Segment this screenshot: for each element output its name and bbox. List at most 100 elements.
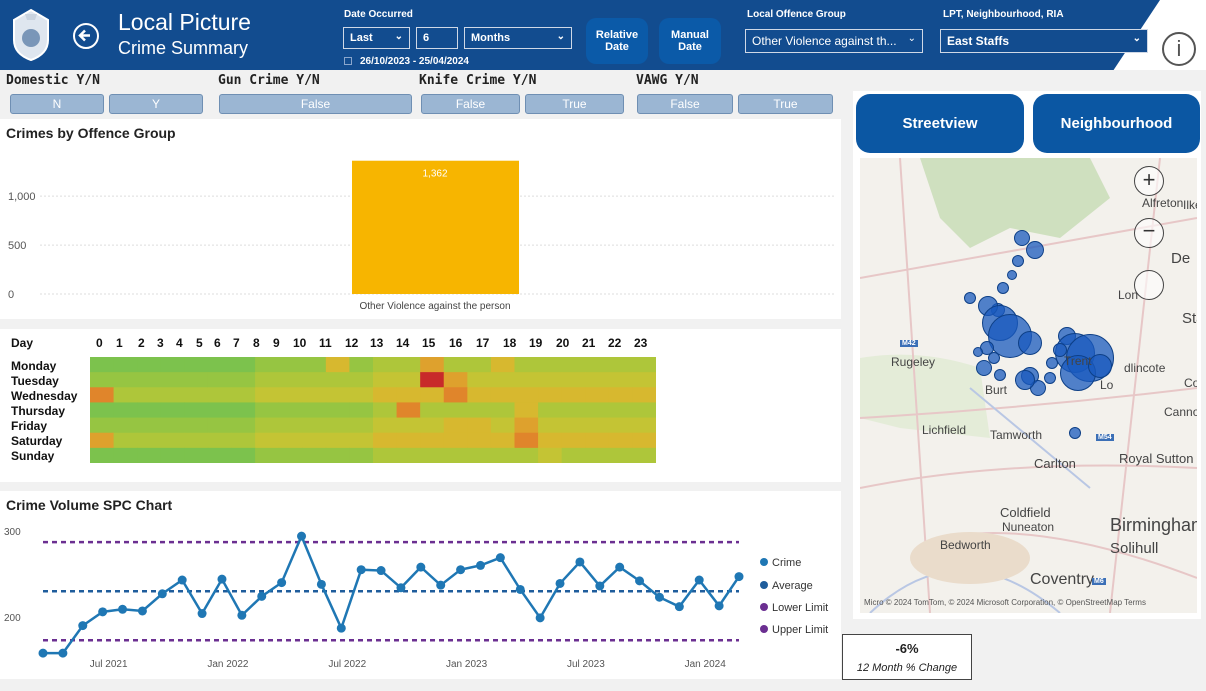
heatmap-cell — [160, 432, 185, 449]
crime-point — [495, 553, 505, 563]
crime-point — [137, 606, 147, 616]
date-amount-input[interactable]: 6 — [416, 27, 458, 49]
map-place-label: Stafford — [1182, 310, 1197, 327]
crime-location-dot — [964, 292, 976, 304]
kpi-card: -6% 12 Month % Change — [842, 634, 972, 680]
heatmap-cell — [373, 432, 398, 449]
heatmap-cell — [231, 432, 256, 449]
heatmap-cell — [302, 417, 327, 434]
heatmap-cell — [632, 372, 656, 388]
relative-date-button[interactable]: Relative Date — [586, 18, 648, 64]
heatmap-cell — [255, 432, 280, 449]
heatmap-cell — [184, 447, 209, 463]
heatmap-cell — [490, 432, 515, 449]
neighbourhood-button[interactable]: Neighbourhood — [1033, 94, 1200, 153]
map-place-label: Ilkes — [1183, 198, 1197, 212]
spc-panel: Crime Volume SPC Chart 300 200 Jul 2021 Jan… — [0, 491, 841, 679]
x-tick-label: Jan 2024 — [685, 659, 727, 670]
calendar-icon — [344, 57, 352, 65]
knife-true-button[interactable]: True — [525, 94, 624, 114]
crime-point — [535, 613, 545, 623]
heatmap-cell — [349, 417, 374, 434]
crime-point — [356, 565, 366, 575]
heatmap-cell — [231, 447, 256, 463]
heatmap-cell — [373, 417, 398, 434]
heatmap-cell — [538, 372, 563, 388]
crime-point — [316, 579, 326, 589]
back-arrow-icon[interactable] — [73, 23, 99, 49]
heatmap-cell — [443, 357, 468, 373]
vawg-false-button[interactable]: False — [637, 94, 733, 114]
heatmap-cell — [231, 387, 256, 403]
crime-location-dot — [976, 360, 992, 376]
heatmap-cell — [113, 387, 138, 403]
heatmap-cell — [561, 447, 586, 463]
zoom-in-icon[interactable]: + — [1134, 166, 1164, 196]
y-tick-label: 0 — [8, 289, 14, 301]
crime-point — [257, 591, 267, 601]
map-place-label: Bedworth — [940, 538, 991, 552]
heatmap-cell — [443, 432, 468, 449]
legend-crime: Crime — [760, 557, 801, 569]
heatmap-cell — [561, 357, 586, 373]
heatmap-cell — [373, 372, 398, 388]
heatmap-cell — [302, 372, 327, 388]
offence-group-select[interactable]: Other Violence against th... ⌄ — [745, 29, 923, 53]
map-place-label: Burt — [985, 383, 1008, 397]
crime-location-dot — [997, 282, 1009, 294]
chevron-down-icon: ⌄ — [556, 31, 565, 42]
heatmap-day-label: Monday — [11, 359, 57, 373]
heatmap-cell — [160, 372, 185, 388]
map-place-label: M54 — [1096, 434, 1114, 441]
knife-false-button[interactable]: False — [421, 94, 520, 114]
heatmap-cell — [207, 357, 232, 373]
crime-point — [555, 578, 565, 588]
gun-crime-label: Gun Crime Y/N — [218, 73, 320, 88]
heatmap-cell — [396, 402, 421, 419]
heatmap-cell — [137, 432, 162, 449]
heatmap-cell — [90, 432, 115, 449]
heatmap-cell — [325, 417, 350, 434]
date-period-select[interactable]: Last ⌄ — [343, 27, 410, 49]
heatmap-cell — [514, 372, 539, 388]
crime-point — [217, 574, 227, 584]
map-place-label: Carlton — [1034, 456, 1076, 471]
heatmap-hour-label: 13 — [370, 336, 384, 350]
heatmap-day-label: Sunday — [11, 449, 55, 463]
heatmap-cell — [490, 402, 515, 419]
domestic-y-button[interactable]: Y — [109, 94, 203, 114]
map-select-icon[interactable] — [1134, 270, 1164, 300]
heatmap-cell — [443, 372, 468, 388]
heatmap-cell — [585, 447, 610, 463]
heatmap-cell — [325, 387, 350, 403]
date-range-text: 26/10/2023 - 25/04/2024 — [360, 56, 469, 67]
spc-chart: 300 200 Jul 2021 Jan 2022 Jul 2022 Jan 2023 Ju… — [4, 527, 744, 670]
info-icon[interactable]: i — [1162, 32, 1196, 66]
crime-point — [714, 601, 724, 611]
manual-date-button[interactable]: Manual Date — [659, 18, 721, 64]
heatmap-cell — [349, 432, 374, 449]
heatmap-cell — [538, 432, 563, 449]
domestic-n-button[interactable]: N — [10, 94, 104, 114]
heatmap-cell — [302, 402, 327, 419]
heatmap-cell — [278, 402, 303, 419]
streetview-button[interactable]: Streetview — [856, 94, 1024, 153]
crime-point — [694, 575, 704, 585]
bar-chart-panel: Crimes by Offence Group 1,000 500 0 1,362 Ot… — [0, 119, 841, 319]
date-unit-select[interactable]: Months ⌄ — [464, 27, 572, 49]
heatmap-hour-label: 1 — [116, 336, 123, 350]
gun-false-button[interactable]: False — [219, 94, 412, 114]
heatmap-cell — [207, 432, 232, 449]
crime-point — [416, 562, 426, 572]
heatmap-cell — [467, 387, 492, 403]
map[interactable]: AlfretonIlkesDeLonStaffordRugeleyBurtTre… — [860, 158, 1197, 613]
heatmap-cell — [231, 417, 256, 434]
heatmap-cell — [278, 447, 303, 463]
crime-location-dot — [1026, 241, 1044, 259]
vawg-true-button[interactable]: True — [738, 94, 833, 114]
zoom-out-icon[interactable]: − — [1134, 218, 1164, 248]
date-amount-value: 6 — [423, 32, 430, 44]
page-subtitle: Crime Summary — [118, 38, 249, 58]
heatmap-cell — [302, 357, 327, 373]
area-select[interactable]: East Staffs ⌄ — [940, 29, 1148, 53]
